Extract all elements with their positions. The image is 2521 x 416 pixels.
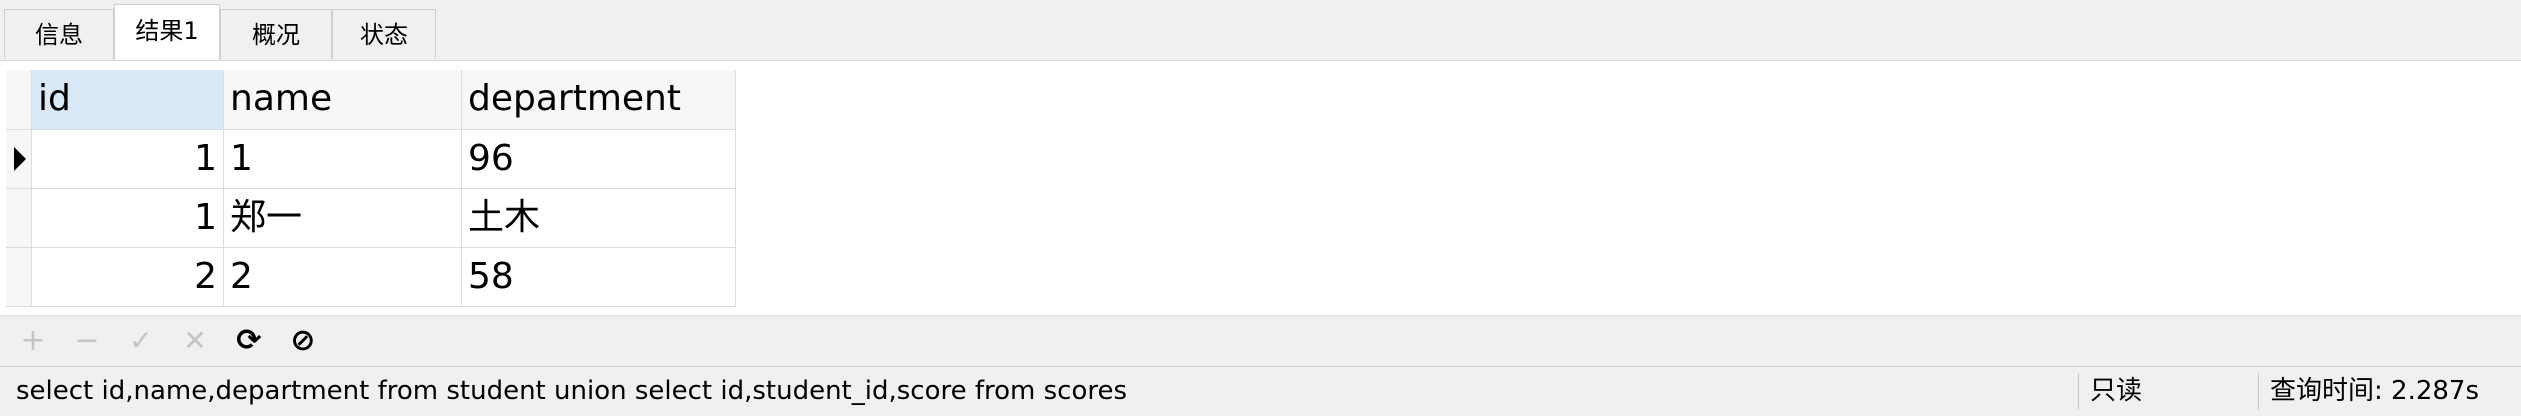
status-query-time: 查询时间: 2.287s	[2270, 376, 2480, 406]
table-cell-name[interactable]: 郑一	[224, 189, 462, 248]
stop-icon[interactable]: ⊘	[286, 324, 320, 358]
row-indicator[interactable]	[6, 130, 32, 189]
status-divider	[2078, 373, 2079, 410]
result-tabbar: 信息 结果1 概况 状态	[0, 0, 2521, 61]
table-cell-department[interactable]: 96	[462, 130, 736, 189]
table-cell-department[interactable]: 58	[462, 248, 736, 307]
status-query-text: select id,name,department from student u…	[16, 376, 1128, 406]
row-indicator[interactable]	[6, 189, 32, 248]
table-cell-id[interactable]: 1	[32, 130, 224, 189]
column-header-name[interactable]: name	[224, 70, 462, 130]
table-cell-department[interactable]: 土木	[462, 189, 736, 248]
current-row-arrow-icon	[14, 147, 26, 171]
status-bar: select id,name,department from student u…	[0, 366, 2521, 416]
status-divider	[2258, 373, 2259, 410]
tab-info[interactable]: 信息	[4, 9, 114, 59]
refresh-icon[interactable]: ⟳	[232, 324, 266, 358]
table-cell-name[interactable]: 2	[224, 248, 462, 307]
tab-result-1[interactable]: 结果1	[114, 4, 220, 60]
column-header-id[interactable]: id	[32, 70, 224, 130]
add-record-button[interactable]: +	[16, 324, 50, 358]
table-cell-id[interactable]: 1	[32, 189, 224, 248]
tab-status[interactable]: 状态	[332, 9, 436, 59]
discard-changes-button[interactable]: ✕	[178, 324, 212, 358]
tab-profile[interactable]: 概况	[220, 9, 332, 59]
apply-changes-button[interactable]: ✓	[124, 324, 158, 358]
corner-header	[6, 70, 32, 130]
status-read-only: 只读	[2090, 376, 2143, 406]
delete-record-button[interactable]: −	[70, 324, 104, 358]
table-cell-name[interactable]: 1	[224, 130, 462, 189]
row-indicator[interactable]	[6, 248, 32, 307]
table-cell-id[interactable]: 2	[32, 248, 224, 307]
record-toolbar: + − ✓ ✕ ⟳ ⊘	[0, 315, 2521, 366]
column-header-department[interactable]: department	[462, 70, 736, 130]
